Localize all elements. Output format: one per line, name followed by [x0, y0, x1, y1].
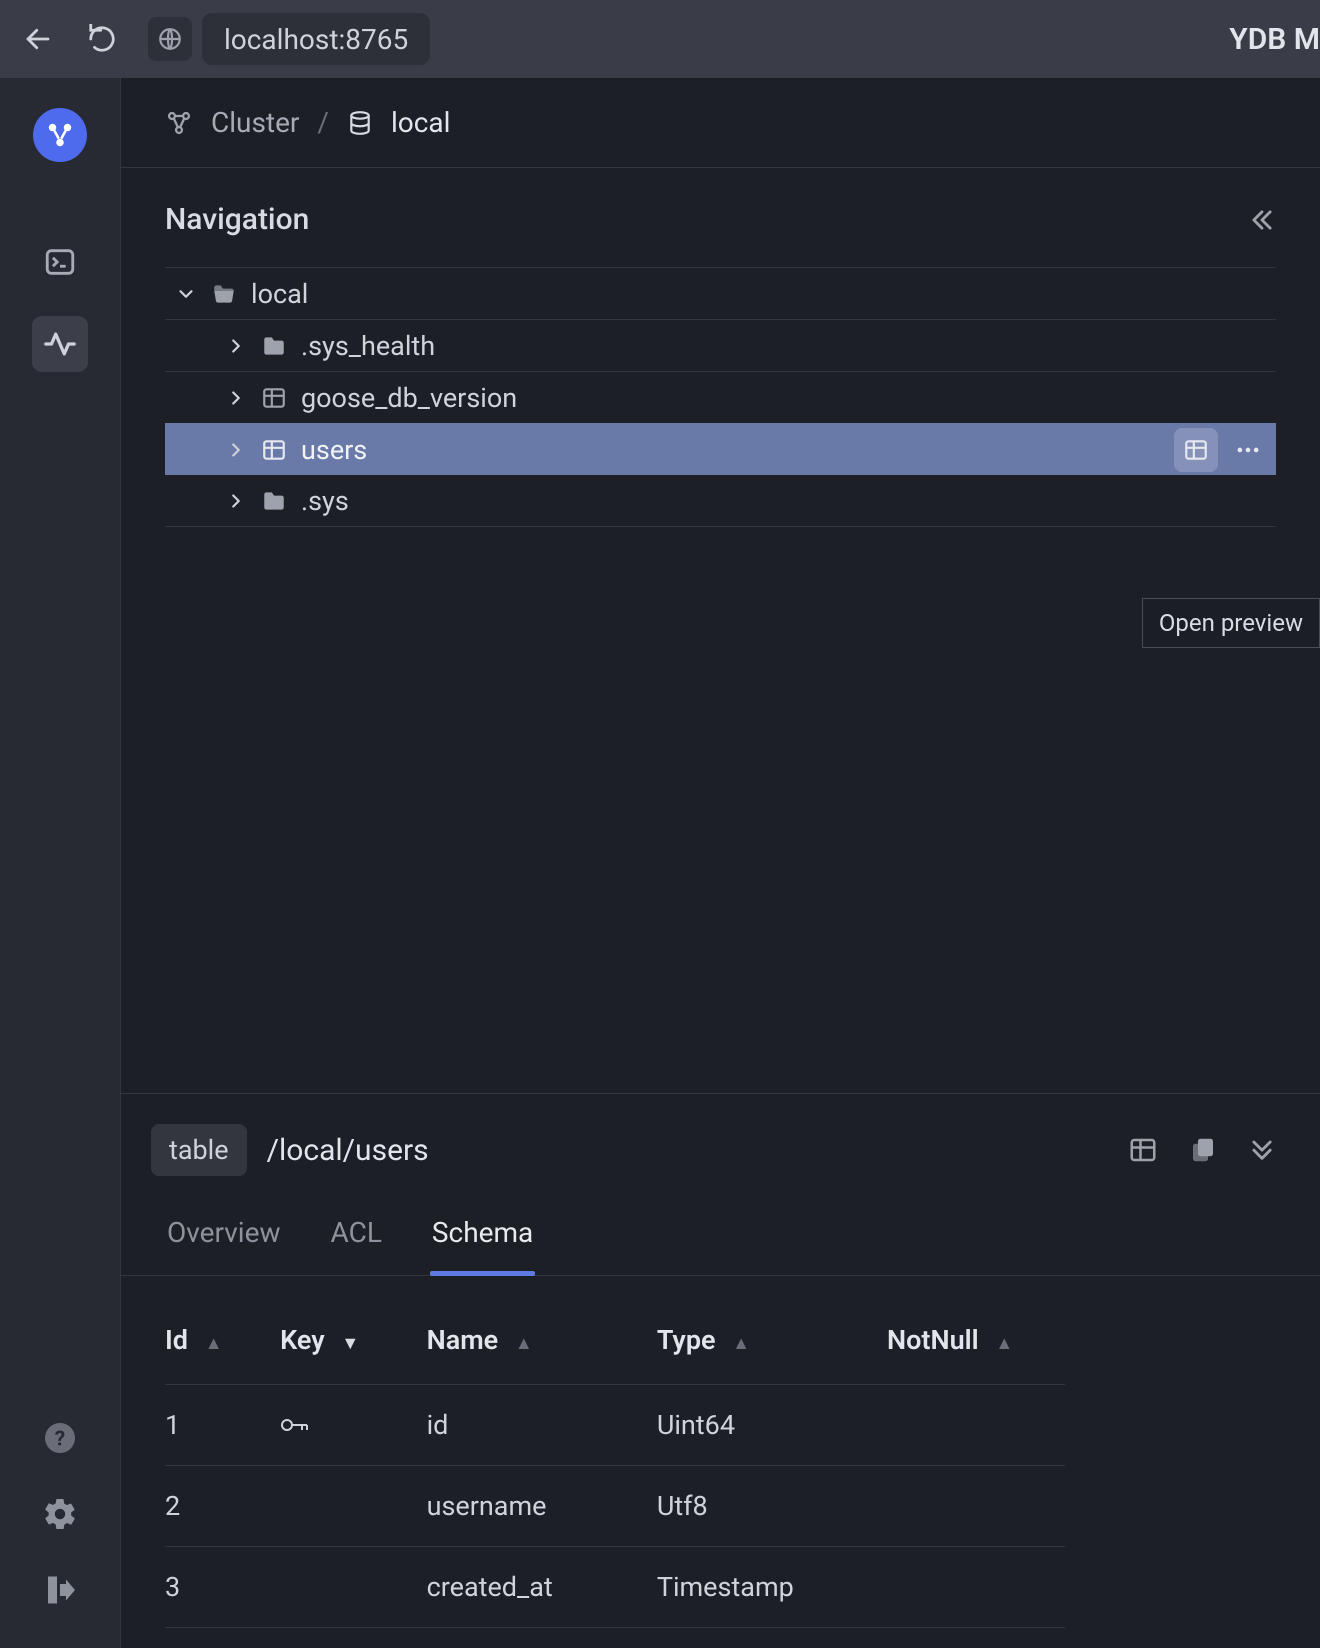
col-header-id[interactable]: Id ▲ [165, 1296, 280, 1385]
table-row: 1 id Uint64 [165, 1385, 1065, 1466]
tree-item-label: goose_db_version [301, 382, 517, 414]
sort-asc-icon: ▲ [205, 1333, 223, 1354]
tree-item-label: users [301, 434, 367, 466]
col-header-notnull[interactable]: NotNull ▲ [887, 1296, 1065, 1385]
tree-item-label: .sys [301, 485, 349, 517]
cell-notnull [887, 1466, 1065, 1547]
breadcrumb-current[interactable]: local [391, 106, 450, 139]
collapse-nav-button[interactable] [1248, 206, 1276, 234]
sort-asc-icon: ▲ [515, 1333, 533, 1354]
cluster-icon [165, 109, 193, 137]
table-row: 2 username Utf8 [165, 1466, 1065, 1547]
svg-text:?: ? [55, 1428, 65, 1452]
cell-type: Utf8 [657, 1466, 887, 1547]
url-text: localhost:8765 [224, 23, 408, 56]
table-row: 3 created_at Timestamp [165, 1547, 1065, 1628]
cell-key [280, 1385, 427, 1466]
settings-button[interactable] [42, 1496, 78, 1532]
col-header-name[interactable]: Name ▲ [427, 1296, 657, 1385]
app-title: YDB M [1229, 22, 1320, 57]
primary-key-icon [280, 1415, 415, 1435]
chevron-right-icon [225, 439, 247, 461]
tree-item[interactable]: goose_db_version [165, 371, 1276, 423]
tooltip: Open preview [1142, 598, 1320, 648]
table-icon [261, 385, 287, 411]
navigation-title: Navigation [165, 202, 309, 237]
col-header-type[interactable]: Type ▲ [657, 1296, 887, 1385]
sort-asc-icon: ▲ [995, 1333, 1013, 1354]
cell-id: 1 [165, 1385, 280, 1466]
folder-open-icon [211, 281, 237, 307]
cell-key [280, 1547, 427, 1628]
cell-id: 3 [165, 1547, 280, 1628]
sort-desc-icon: ▼ [341, 1333, 359, 1354]
chevron-right-icon [225, 387, 247, 409]
chevron-down-icon [175, 283, 197, 305]
cell-key [280, 1466, 427, 1547]
cell-name: created_at [427, 1547, 657, 1628]
sidebar-item-terminal[interactable] [32, 234, 88, 290]
tree-item-selected[interactable]: users [165, 423, 1276, 475]
cell-name: id [427, 1385, 657, 1466]
breadcrumb-sep: / [317, 106, 329, 139]
database-icon [347, 110, 373, 136]
sort-asc-icon: ▲ [732, 1333, 750, 1354]
exit-button[interactable] [42, 1572, 78, 1608]
cell-type: Uint64 [657, 1385, 887, 1466]
object-path: /local/users [267, 1133, 429, 1168]
reload-button[interactable] [84, 21, 120, 57]
chevron-right-icon [225, 335, 247, 357]
sidebar-item-monitoring[interactable] [32, 316, 88, 372]
help-button[interactable]: ? [42, 1420, 78, 1456]
tree-item[interactable]: .sys [165, 475, 1276, 527]
chevron-right-icon [225, 490, 247, 512]
cell-notnull [887, 1547, 1065, 1628]
cell-notnull [887, 1385, 1065, 1466]
tree-item[interactable]: .sys_health [165, 319, 1276, 371]
tree-root-label: local [251, 278, 308, 310]
more-button[interactable] [1226, 428, 1270, 472]
cell-type: Timestamp [657, 1547, 887, 1628]
table-icon [261, 437, 287, 463]
tab-acl[interactable]: ACL [329, 1198, 384, 1275]
tab-overview[interactable]: Overview [165, 1198, 283, 1275]
tree-item-label: .sys_health [301, 330, 435, 362]
folder-icon [261, 333, 287, 359]
tab-schema[interactable]: Schema [430, 1198, 535, 1275]
cell-name: username [427, 1466, 657, 1547]
expand-down-action[interactable] [1248, 1135, 1276, 1165]
url-bar[interactable]: localhost:8765 [202, 13, 430, 65]
tree-root[interactable]: local [165, 267, 1276, 319]
open-preview-action[interactable] [1128, 1135, 1158, 1165]
globe-icon [148, 17, 192, 61]
folder-icon [261, 488, 287, 514]
app-logo[interactable] [33, 108, 87, 162]
preview-button[interactable] [1174, 428, 1218, 472]
cell-id: 2 [165, 1466, 280, 1547]
copy-action[interactable] [1188, 1135, 1218, 1165]
breadcrumb-cluster[interactable]: Cluster [211, 106, 299, 139]
object-type-chip: table [151, 1124, 247, 1176]
col-header-key[interactable]: Key ▼ [280, 1296, 427, 1385]
back-button[interactable] [20, 21, 56, 57]
